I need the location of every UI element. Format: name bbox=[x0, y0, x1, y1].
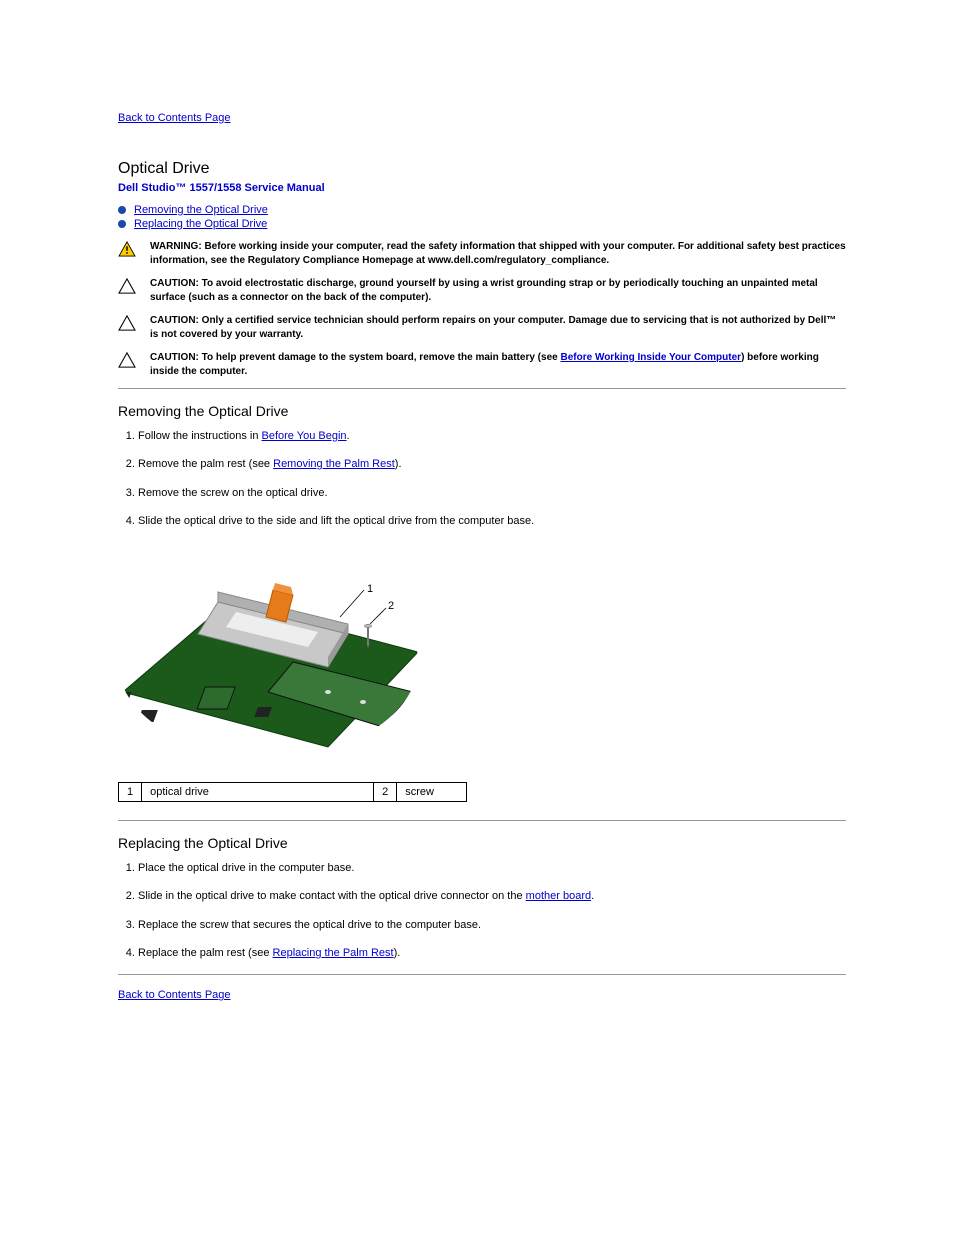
warning-row: WARNING: Before working inside your comp… bbox=[118, 240, 846, 267]
toc-item: Replacing the Optical Drive bbox=[118, 218, 846, 230]
caution-row: CAUTION: Only a certified service techni… bbox=[118, 314, 846, 341]
divider bbox=[118, 820, 846, 821]
step-item: Place the optical drive in the computer … bbox=[138, 861, 846, 875]
before-you-begin-link[interactable]: Before You Begin bbox=[262, 430, 347, 442]
step-item: Slide the optical drive to the side and … bbox=[138, 514, 846, 528]
warning-icon bbox=[118, 241, 136, 257]
divider bbox=[118, 974, 846, 975]
callout-number: 2 bbox=[374, 783, 397, 802]
removing-heading: Removing the Optical Drive bbox=[118, 403, 846, 419]
table-row: 1 optical drive 2 screw bbox=[119, 783, 467, 802]
bullet-icon bbox=[118, 206, 126, 214]
caution-text-battery: CAUTION: To help prevent damage to the s… bbox=[150, 351, 846, 378]
caution-row: CAUTION: To avoid electrostatic discharg… bbox=[118, 277, 846, 304]
before-working-link[interactable]: Before Working Inside Your Computer bbox=[560, 352, 741, 363]
step-item: Remove the palm rest (see Removing the P… bbox=[138, 457, 846, 471]
toc-link-removing[interactable]: Removing the Optical Drive bbox=[134, 204, 268, 216]
toc-item: Removing the Optical Drive bbox=[118, 204, 846, 216]
step-item: Slide in the optical drive to make conta… bbox=[138, 889, 846, 903]
mother-board-link[interactable]: mother board bbox=[526, 890, 591, 902]
caution-icon bbox=[118, 278, 136, 294]
replacing-palm-rest-link[interactable]: Replacing the Palm Rest bbox=[273, 947, 394, 959]
toc-list: Removing the Optical Drive Replacing the… bbox=[118, 204, 846, 230]
svg-text:2: 2 bbox=[388, 600, 394, 612]
removing-palm-rest-link[interactable]: Removing the Palm Rest bbox=[273, 458, 395, 470]
manual-title: Dell Studio™ 1557/1558 Service Manual bbox=[118, 182, 846, 194]
caution-icon bbox=[118, 315, 136, 331]
replacing-steps: Place the optical drive in the computer … bbox=[138, 861, 846, 960]
caution-row: CAUTION: To help prevent damage to the s… bbox=[118, 351, 846, 378]
callout-label: screw bbox=[397, 783, 467, 802]
warning-text: WARNING: Before working inside your comp… bbox=[150, 240, 846, 267]
caution-text-esd: CAUTION: To avoid electrostatic discharg… bbox=[150, 277, 846, 304]
step-item: Remove the screw on the optical drive. bbox=[138, 486, 846, 500]
step-item: Replace the screw that secures the optic… bbox=[138, 918, 846, 932]
callout-label: optical drive bbox=[142, 783, 374, 802]
bullet-icon bbox=[118, 220, 126, 228]
back-to-contents-bottom[interactable]: Back to Contents Page bbox=[118, 989, 231, 1001]
step-item: Replace the palm rest (see Replacing the… bbox=[138, 946, 846, 960]
removing-steps: Follow the instructions in Before You Be… bbox=[138, 429, 846, 528]
page-title: Optical Drive bbox=[118, 160, 846, 178]
divider bbox=[118, 388, 846, 389]
callout-table: 1 optical drive 2 screw bbox=[118, 782, 467, 802]
callout-number: 1 bbox=[119, 783, 142, 802]
toc-link-replacing[interactable]: Replacing the Optical Drive bbox=[134, 218, 267, 230]
caution-icon bbox=[118, 352, 136, 368]
svg-text:1: 1 bbox=[367, 583, 373, 595]
back-to-contents-top[interactable]: Back to Contents Page bbox=[118, 112, 231, 124]
figure-optical-drive: 1 2 bbox=[118, 542, 846, 772]
replacing-heading: Replacing the Optical Drive bbox=[118, 835, 846, 851]
step-item: Follow the instructions in Before You Be… bbox=[138, 429, 846, 443]
caution-text-technician: CAUTION: Only a certified service techni… bbox=[150, 314, 846, 341]
